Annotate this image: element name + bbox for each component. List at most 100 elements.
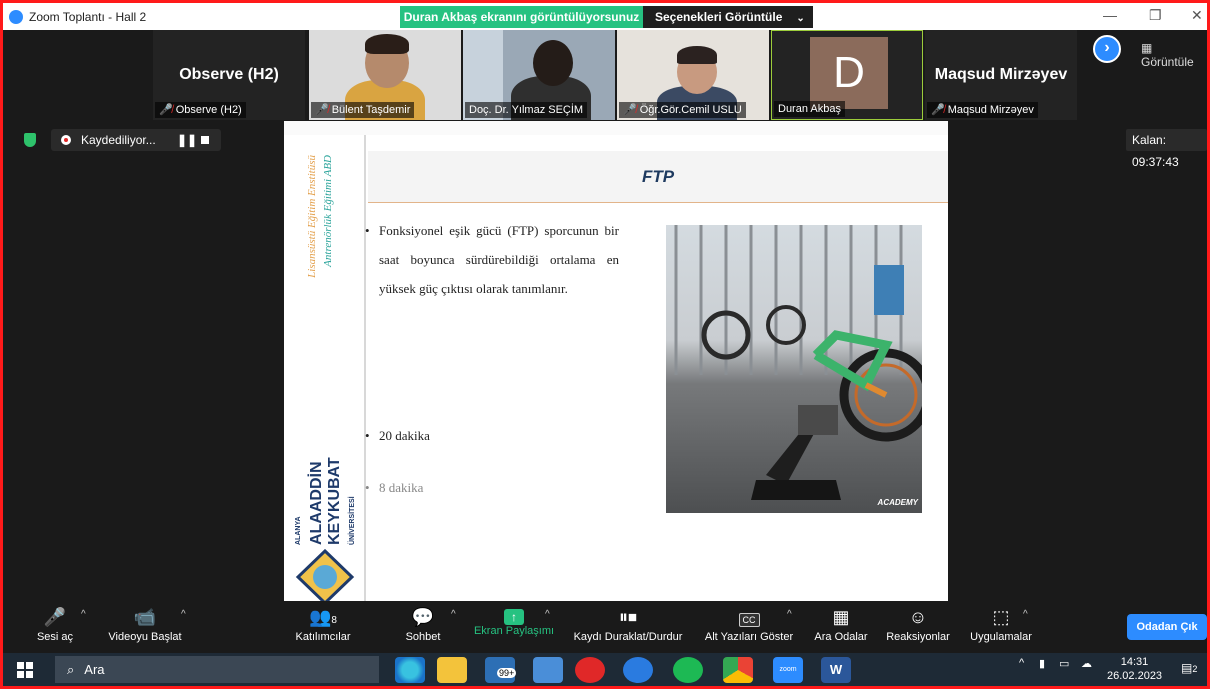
restore-button[interactable]: ❐: [1149, 7, 1162, 24]
slide-sidebar: Lisansüstü Eğitim Enstitüsü Antrenörlük …: [284, 135, 366, 601]
leave-meeting-button[interactable]: Odadan Çık: [1127, 614, 1207, 640]
chat-icon: 💬: [411, 607, 435, 627]
audio-options-caret-icon[interactable]: ^: [81, 609, 86, 620]
participant-strip: Observe (H2) 🎤̸ Observe (H2) 🎤̸ Bülent Taş…: [3, 30, 1207, 120]
participant-name-label: 🎤̸ Bülent Taşdemir: [311, 102, 415, 118]
taskbar-clock[interactable]: 14:31 26.02.2023: [1107, 655, 1162, 683]
participant-name-label: 🎤̸ Maqsud Mirzəyev: [927, 102, 1038, 118]
recording-icon: [61, 135, 71, 145]
grid-icon: ▦: [1141, 41, 1153, 55]
spotify-app-icon[interactable]: [673, 657, 703, 683]
university-logo: ALANYA ALAADDİN KEYKUBAT ÜNİVERSİTESİ: [290, 445, 360, 601]
captions-options-caret-icon[interactable]: ^: [787, 609, 792, 620]
search-icon: ⌕: [67, 662, 75, 677]
chat-button[interactable]: 💬 Sohbet: [401, 603, 445, 653]
logo-emblem-icon: [295, 549, 355, 601]
window-title: Zoom Toplantı - Hall 2: [29, 10, 147, 24]
recording-status-text: Kaydediliyor...: [81, 133, 156, 147]
slide-header-band: [284, 121, 948, 135]
video-options-caret-icon[interactable]: ^: [181, 609, 186, 620]
cc-icon: CC: [738, 613, 760, 627]
reactions-button[interactable]: ☺ Reaksiyonlar: [883, 603, 953, 653]
notification-icon: ▤: [1181, 661, 1193, 675]
avatar: D: [810, 37, 888, 109]
mic-muted-icon: 🎤: [43, 607, 67, 627]
windows-start-icon[interactable]: [17, 662, 33, 678]
breakout-rooms-icon: ▦: [832, 607, 850, 627]
active-speaker-tile[interactable]: D Duran Akbaş: [771, 30, 923, 120]
participants-icon: 👥: [309, 607, 332, 627]
person-video-hair: [677, 46, 717, 64]
view-options-button[interactable]: Seçenekleri Görüntüle ⌄: [643, 6, 813, 28]
participant-tile[interactable]: Maqsud Mirzəyev 🎤̸ Maqsud Mirzəyev: [925, 30, 1077, 120]
store-app-icon[interactable]: [533, 657, 563, 683]
participants-count: 8: [331, 615, 337, 626]
next-page-button[interactable]: ›: [1093, 35, 1121, 63]
security-shield-icon[interactable]: [24, 133, 36, 147]
chat-options-caret-icon[interactable]: ^: [451, 609, 456, 620]
participant-name-label: Duran Akbaş: [774, 101, 845, 117]
close-button[interactable]: ✕: [1191, 7, 1203, 24]
title-bar: Zoom Toplantı - Hall 2 Duran Akbaş ekran…: [3, 3, 1207, 30]
participant-name-label: 🎤̸ Observe (H2): [155, 102, 246, 118]
participant-video-tile[interactable]: 🎤̸ Bülent Taşdemir: [309, 30, 461, 120]
zoom-app-icon[interactable]: zoom: [773, 657, 803, 683]
shared-screen-slide: Lisansüstü Eğitim Enstitüsü Antrenörlük …: [284, 121, 948, 601]
breakout-rooms-button[interactable]: ▦ Ara Odalar: [811, 603, 871, 653]
windows-taskbar: ⌕ Ara 99+ zoom W ^ ▮ ▭ ☁ 14:31 26.02.2023…: [3, 653, 1207, 686]
participant-display-name: Observe (H2): [179, 66, 279, 83]
gallery-view-button[interactable]: ▦ Görüntüle: [1141, 41, 1207, 69]
taskbar-search[interactable]: ⌕ Ara: [55, 656, 379, 683]
unmute-button[interactable]: 🎤 Sesi aç: [33, 603, 77, 653]
photo-watermark: ACADEMY: [877, 498, 918, 507]
copilot-app-icon[interactable]: [623, 657, 653, 683]
participant-name-label: 🎤̸ Öğr.Gör.Cemil USLU: [619, 102, 746, 118]
mail-badge: 99+: [497, 668, 517, 678]
person-video-head: [533, 40, 573, 86]
chevron-down-icon: ⌄: [796, 13, 805, 24]
battery-icon[interactable]: ▭: [1059, 657, 1069, 670]
pause-stop-recording-button[interactable]: ⏸⏹ Kaydı Duraklat/Durdur: [568, 603, 688, 653]
participants-button[interactable]: 👥8 Katılımcılar: [288, 603, 358, 653]
meeting-toolbar: 🎤 Sesi aç ^ 📹 Videoyu Başlat ^ 👥8 Katılı…: [3, 603, 1207, 653]
share-arrow-icon: ↑: [504, 609, 524, 625]
microphone-icon[interactable]: ▮: [1039, 657, 1045, 670]
word-app-icon[interactable]: W: [821, 657, 851, 683]
stop-recording-button[interactable]: [201, 136, 209, 144]
zoom-window: Zoom Toplantı - Hall 2 Duran Akbaş ekran…: [0, 0, 1210, 689]
participant-name-label: Doç. Dr. Yılmaz SEÇİM: [465, 102, 588, 118]
pause-recording-button[interactable]: ❚❚: [177, 129, 197, 151]
person-video-hair: [365, 34, 409, 54]
opera-app-icon[interactable]: [575, 657, 605, 683]
clock-date: 26.02.2023: [1107, 670, 1163, 682]
zoom-logo-icon: [9, 10, 23, 24]
minimize-button[interactable]: —: [1103, 7, 1117, 23]
view-options-label: Seçenekleri Görüntüle: [655, 10, 783, 24]
notification-center[interactable]: ▤2: [1181, 661, 1197, 675]
captions-button[interactable]: CC Alt Yazıları Göster: [701, 603, 797, 653]
chevron-up-icon[interactable]: ^: [1019, 657, 1024, 669]
institute-name: Lisansüstü Eğitim Enstitüsü: [306, 155, 318, 278]
recording-status-bar: Kaydediliyor... ❚❚: [51, 129, 221, 151]
cloud-icon[interactable]: ☁: [1081, 657, 1092, 670]
remaining-time: Kalan: 09:37:43: [1126, 129, 1207, 169]
pause-stop-icon: ⏸⏹: [619, 607, 637, 627]
bullet-item: • 8 dakika: [365, 480, 424, 495]
share-options-caret-icon[interactable]: ^: [545, 609, 550, 620]
apps-options-caret-icon[interactable]: ^: [1023, 609, 1028, 620]
slide-title: FTP: [368, 151, 948, 203]
edge-app-icon[interactable]: [395, 657, 425, 683]
file-explorer-icon[interactable]: [437, 657, 467, 683]
chrome-app-icon[interactable]: [723, 657, 753, 683]
mic-muted-icon: 🎤̸: [315, 104, 329, 116]
mail-app-icon[interactable]: 99+: [485, 657, 517, 683]
video-off-icon: 📹: [133, 607, 157, 627]
participant-display-name: Maqsud Mirzəyev: [934, 66, 1068, 83]
bullet-item: • Fonksiyonel eşik gücü (FTP) sporcunun b…: [365, 223, 619, 296]
start-video-button[interactable]: 📹 Videoyu Başlat: [103, 603, 187, 653]
participant-video-tile[interactable]: Doç. Dr. Yılmaz SEÇİM: [463, 30, 615, 120]
bullet-item: • 20 dakika: [365, 428, 430, 443]
participant-tile[interactable]: Observe (H2) 🎤̸ Observe (H2): [153, 30, 305, 120]
bike-trainer-photo: ACADEMY: [666, 225, 922, 513]
participant-video-tile[interactable]: 🎤̸ Öğr.Gör.Cemil USLU: [617, 30, 769, 120]
